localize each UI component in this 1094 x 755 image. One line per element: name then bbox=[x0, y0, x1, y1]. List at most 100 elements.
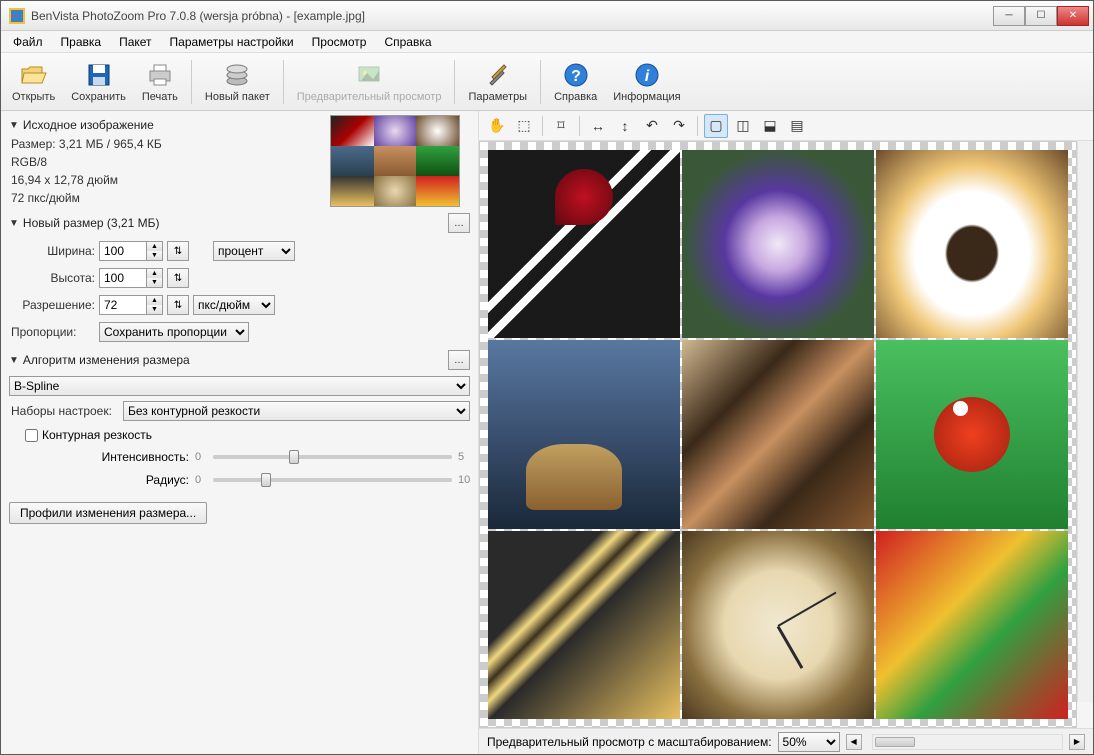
info-button[interactable]: i Информация bbox=[606, 56, 687, 108]
spin-down-icon[interactable]: ▼ bbox=[147, 251, 162, 260]
preview-button[interactable]: Предварительный просмотр bbox=[290, 56, 449, 108]
triangle-down-icon: ▼ bbox=[9, 120, 19, 131]
algorithm-select[interactable]: B-Spline bbox=[9, 376, 470, 396]
params-button[interactable]: Параметры bbox=[461, 56, 534, 108]
radius-slider[interactable] bbox=[213, 478, 452, 482]
view-split-v-icon: ⬓ bbox=[763, 117, 776, 134]
status-bar: Предварительный просмотр с масштабирован… bbox=[479, 728, 1093, 754]
newsize-section-header[interactable]: ▼ Новый размер (3,21 МБ) … bbox=[9, 210, 470, 236]
scroll-right-button[interactable]: ▶ bbox=[1069, 734, 1085, 750]
scroll-left-button[interactable]: ◀ bbox=[846, 734, 862, 750]
content-area: ▼ Исходное изображение Размер: 3,21 МБ /… bbox=[1, 111, 1093, 754]
horizontal-scrollbar[interactable] bbox=[872, 734, 1063, 750]
width-lock-button[interactable]: ⇅ bbox=[167, 241, 189, 261]
spin-down-icon[interactable]: ▼ bbox=[147, 305, 162, 314]
preview-canvas[interactable] bbox=[479, 141, 1077, 728]
floppy-icon bbox=[85, 61, 113, 89]
toolbar: Открыть Сохранить Печать Новый пакет Пре… bbox=[1, 53, 1093, 111]
resolution-lock-button[interactable]: ⇅ bbox=[167, 295, 189, 315]
menubar: Файл Правка Пакет Параметры настройки Пр… bbox=[1, 31, 1093, 53]
spin-down-icon[interactable]: ▼ bbox=[147, 278, 162, 287]
rotate-cw-icon: ↷ bbox=[673, 117, 685, 134]
height-input[interactable]: ▲▼ bbox=[99, 268, 163, 288]
radius-label: Радиус: bbox=[9, 473, 189, 487]
close-button[interactable]: ✕ bbox=[1057, 6, 1089, 26]
window-title: BenVista PhotoZoom Pro 7.0.8 (wersja pró… bbox=[31, 9, 993, 23]
preview-zoom-select[interactable]: 50% bbox=[778, 732, 840, 752]
width-label: Ширина: bbox=[9, 244, 95, 258]
source-thumbnail[interactable] bbox=[330, 115, 460, 207]
view-quad-button[interactable]: ▤ bbox=[785, 114, 809, 138]
resize-profiles-button[interactable]: Профили изменения размера... bbox=[9, 502, 207, 524]
crop-tool-button[interactable]: ⌑ bbox=[549, 114, 573, 138]
view-split-h-icon: ◫ bbox=[736, 117, 749, 134]
height-field[interactable] bbox=[99, 268, 147, 288]
hand-icon: ✋ bbox=[488, 117, 505, 134]
help-icon: ? bbox=[562, 61, 590, 89]
new-batch-button[interactable]: Новый пакет bbox=[198, 56, 277, 108]
menu-help[interactable]: Справка bbox=[376, 33, 439, 51]
spin-up-icon[interactable]: ▲ bbox=[147, 269, 162, 278]
flip-v-icon: ↕ bbox=[622, 118, 629, 134]
width-input[interactable]: ▲▼ bbox=[99, 241, 163, 261]
spin-up-icon[interactable]: ▲ bbox=[147, 242, 162, 251]
flip-v-button[interactable]: ↕ bbox=[613, 114, 637, 138]
algo-section-header[interactable]: ▼ Алгоритм изменения размера … bbox=[9, 347, 470, 373]
unsharp-checkbox[interactable] bbox=[25, 429, 38, 442]
height-lock-button[interactable]: ⇅ bbox=[167, 268, 189, 288]
right-panel: ✋ ⬚ ⌑ ↔ ↕ ↶ ↷ ▢ ◫ ⬓ ▤ bbox=[479, 111, 1093, 754]
width-unit-select[interactable]: процент bbox=[213, 241, 295, 261]
triangle-down-icon: ▼ bbox=[9, 218, 19, 229]
help-button[interactable]: ? Справка bbox=[547, 56, 604, 108]
minimize-button[interactable]: ─ bbox=[993, 6, 1025, 26]
proportions-select[interactable]: Сохранить пропорции bbox=[99, 322, 249, 342]
intensity-slider[interactable] bbox=[213, 455, 452, 459]
preview-toolbar: ✋ ⬚ ⌑ ↔ ↕ ↶ ↷ ▢ ◫ ⬓ ▤ bbox=[479, 111, 1093, 141]
view-quad-icon: ▤ bbox=[790, 117, 803, 134]
spin-up-icon[interactable]: ▲ bbox=[147, 296, 162, 305]
left-panel: ▼ Исходное изображение Размер: 3,21 МБ /… bbox=[1, 111, 479, 754]
info-icon: i bbox=[633, 61, 661, 89]
maximize-button[interactable]: ☐ bbox=[1025, 6, 1057, 26]
view-split-v-button[interactable]: ⬓ bbox=[758, 114, 782, 138]
menu-view[interactable]: Просмотр bbox=[304, 33, 375, 51]
flip-h-icon: ↔ bbox=[591, 118, 605, 134]
vertical-scrollbar[interactable] bbox=[1077, 141, 1093, 702]
resolution-input[interactable]: ▲▼ bbox=[99, 295, 163, 315]
batch-icon bbox=[223, 61, 251, 89]
menu-packet[interactable]: Пакет bbox=[111, 33, 159, 51]
tools-icon bbox=[484, 61, 512, 89]
preset-select[interactable]: Без контурной резкости bbox=[123, 401, 470, 421]
menu-file[interactable]: Файл bbox=[5, 33, 51, 51]
rotate-cw-button[interactable]: ↷ bbox=[667, 114, 691, 138]
view-split-h-button[interactable]: ◫ bbox=[731, 114, 755, 138]
print-button[interactable]: Печать bbox=[135, 56, 185, 108]
printer-icon bbox=[146, 61, 174, 89]
view-single-button[interactable]: ▢ bbox=[704, 114, 728, 138]
width-field[interactable] bbox=[99, 241, 147, 261]
intensity-label: Интенсивность: bbox=[9, 450, 189, 464]
algo-more-button[interactable]: … bbox=[448, 350, 470, 370]
unsharp-label: Контурная резкость bbox=[42, 428, 152, 442]
flip-h-button[interactable]: ↔ bbox=[586, 114, 610, 138]
preview-zoom-label: Предварительный просмотр с масштабирован… bbox=[487, 735, 772, 749]
menu-edit[interactable]: Правка bbox=[53, 33, 110, 51]
hand-tool-button[interactable]: ✋ bbox=[485, 114, 509, 138]
rotate-ccw-button[interactable]: ↶ bbox=[640, 114, 664, 138]
resolution-field[interactable] bbox=[99, 295, 147, 315]
presets-label: Наборы настроек: bbox=[9, 404, 119, 418]
menu-params[interactable]: Параметры настройки bbox=[162, 33, 302, 51]
save-button[interactable]: Сохранить bbox=[64, 56, 133, 108]
newsize-more-button[interactable]: … bbox=[448, 213, 470, 233]
open-button[interactable]: Открыть bbox=[5, 56, 62, 108]
svg-text:?: ? bbox=[571, 68, 581, 85]
titlebar: BenVista PhotoZoom Pro 7.0.8 (wersja pró… bbox=[1, 1, 1093, 31]
proportions-label: Пропорции: bbox=[9, 325, 95, 339]
view-single-icon: ▢ bbox=[709, 117, 722, 134]
folder-open-icon bbox=[20, 61, 48, 89]
resolution-unit-select[interactable]: пкс/дюйм bbox=[193, 295, 275, 315]
select-tool-button[interactable]: ⬚ bbox=[512, 114, 536, 138]
rotate-ccw-icon: ↶ bbox=[646, 117, 658, 134]
triangle-down-icon: ▼ bbox=[9, 355, 19, 366]
app-window: BenVista PhotoZoom Pro 7.0.8 (wersja pró… bbox=[0, 0, 1094, 755]
